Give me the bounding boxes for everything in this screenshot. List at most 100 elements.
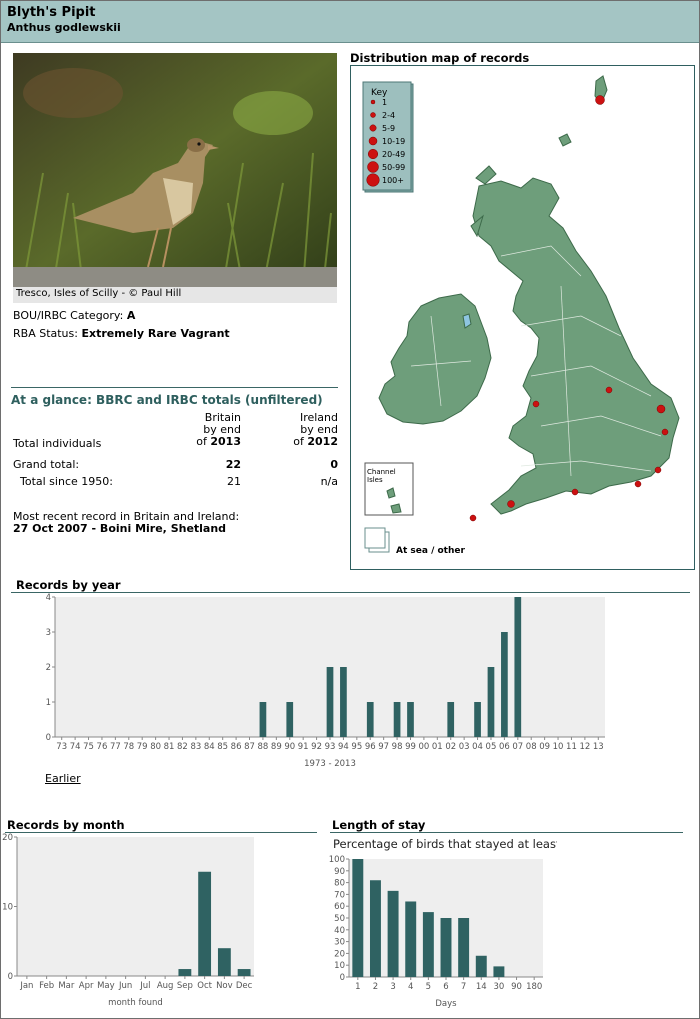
britain-year: 2013 [210, 435, 241, 448]
x-tick-label: 03 [459, 742, 470, 752]
key-dot [369, 124, 377, 132]
record-dot [532, 400, 540, 408]
x-tick-label: 93 [325, 742, 336, 752]
x-tick-label: 88 [258, 742, 269, 752]
since-1950-label: Total since 1950: [20, 475, 113, 488]
bar [369, 880, 381, 977]
x-tick-label: 08 [526, 742, 537, 752]
y-tick-label: 100 [329, 855, 345, 865]
x-tick-label: 94 [338, 742, 349, 752]
x-axis-label: month found [108, 998, 163, 1008]
bar [405, 901, 417, 977]
key-label: 100+ [382, 176, 404, 185]
map-title: Distribution map of records [350, 51, 530, 65]
scientific-name: Anthus godlewskii [7, 21, 121, 34]
x-tick-label: 07 [512, 742, 523, 752]
bar [474, 702, 481, 737]
x-tick-label: 90 [511, 982, 522, 992]
y-tick-label: 0 [8, 972, 13, 982]
y-tick-label: 10 [334, 961, 345, 971]
key-label: 2-4 [382, 111, 395, 120]
x-tick-label: 90 [284, 742, 295, 752]
key-label: 5-9 [382, 124, 395, 133]
x-axis-label: Days [435, 999, 457, 1009]
y-tick-label: 0 [46, 733, 51, 743]
x-tick-label: 74 [70, 742, 81, 752]
at-sea-label: At sea / other [396, 546, 465, 556]
y-tick-label: 4 [46, 593, 51, 603]
category-row: BOU/IRBC Category: A [13, 309, 135, 322]
x-tick-label: 7 [461, 982, 466, 992]
x-tick-label: 98 [392, 742, 403, 752]
x-tick-label: 78 [123, 742, 134, 752]
key-dot [370, 112, 376, 118]
key-label: 50-99 [382, 163, 405, 172]
x-tick-label: 91 [298, 742, 309, 752]
bar [493, 966, 505, 977]
record-dot [507, 500, 515, 508]
stay-title: Length of stay [332, 818, 426, 832]
x-tick-label: 01 [432, 742, 443, 752]
x-tick-label: 09 [539, 742, 550, 752]
bar [387, 890, 399, 977]
total-individuals-label: Total individuals [13, 437, 102, 450]
key-dot [366, 173, 380, 187]
record-dot [654, 466, 662, 474]
grand-total-britain: 22 [225, 458, 241, 471]
photo-caption: Tresco, Isles of Scilly - © Paul Hill [13, 287, 337, 303]
y-tick-label: 70 [334, 890, 345, 900]
x-tick-label: 81 [164, 742, 175, 752]
ireland-year: 2012 [307, 435, 338, 448]
bar [259, 702, 267, 737]
glance-title: At a glance: BBRC and IRBC totals (unfil… [11, 387, 338, 407]
by-month-title: Records by month [7, 818, 125, 832]
recent-record-value: 27 Oct 2007 - Boini Mire, Shetland [13, 522, 227, 535]
species-page: Blyth's Pipit Anthus godlewskii Tresco, … [0, 0, 700, 1019]
distribution-map[interactable]: Key 1 2-4 5-9 10-19 20-49 50-99 100+ Channel I… [350, 65, 695, 570]
x-tick-label: 73 [56, 742, 67, 752]
chart-records-by-year: 0123473 74 75 76 77 78 79 80 81 82 83 84 85 86 87 88 89 9… [46, 593, 605, 769]
x-tick-label: 04 [472, 742, 483, 752]
rba-row: RBA Status: Extremely Rare Vagrant [13, 327, 230, 340]
y-tick-label: 60 [334, 902, 345, 912]
record-dot [605, 386, 613, 394]
bar [440, 918, 452, 977]
bar [447, 702, 455, 737]
x-axis-label: 1973 - 2013 [304, 759, 356, 769]
rba-value: Extremely Rare Vagrant [81, 327, 230, 340]
bar [366, 702, 374, 737]
earlier-link[interactable]: Earlier [45, 772, 81, 785]
record-dot [661, 428, 669, 436]
x-tick-label: Jan [19, 981, 33, 991]
x-tick-label: May [97, 981, 115, 991]
y-tick-label: 30 [334, 938, 345, 948]
x-tick-label: Feb [39, 981, 54, 991]
since-1950-ireland: n/a [320, 475, 338, 488]
category-label: BOU/IRBC Category: [13, 309, 124, 322]
x-tick-label: 06 [499, 742, 510, 752]
x-tick-label: 75 [83, 742, 94, 752]
bar [458, 918, 470, 977]
key-dot [367, 161, 379, 173]
britain-col-line3: of [196, 435, 207, 448]
bar [352, 859, 364, 977]
svg-text:Channel: Channel [367, 468, 396, 476]
bar [340, 667, 347, 737]
x-tick-label: Oct [197, 981, 212, 991]
record-dot [571, 488, 579, 496]
x-tick-label: 99 [405, 742, 416, 752]
x-tick-label: 30 [493, 982, 504, 992]
bar [326, 667, 334, 737]
ireland-shape [378, 293, 492, 425]
key-label: 20-49 [382, 150, 405, 159]
britain-col-header: Britain by end of 2013 [191, 412, 241, 448]
x-tick-label: 82 [177, 742, 188, 752]
y-tick-label: 80 [334, 879, 345, 889]
x-tick-label: Apr [79, 981, 94, 991]
common-name: Blyth's Pipit [7, 5, 96, 20]
bird-photo-illustration [13, 53, 337, 287]
x-tick-label: 97 [378, 742, 389, 752]
x-tick-label: 77 [110, 742, 121, 752]
x-tick-label: 80 [150, 742, 161, 752]
great-britain-shape [472, 177, 680, 515]
